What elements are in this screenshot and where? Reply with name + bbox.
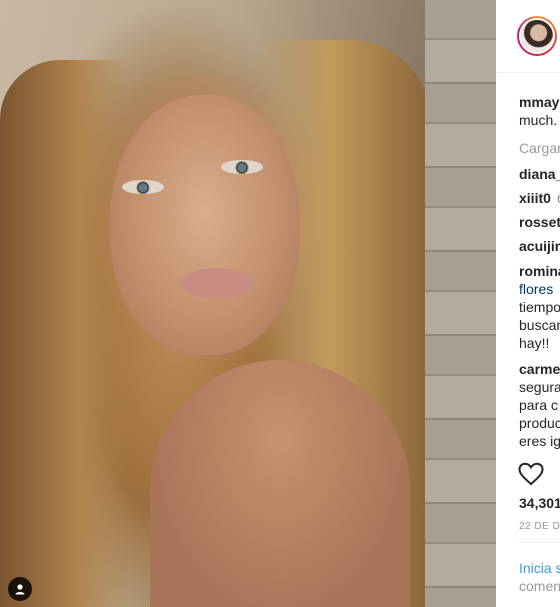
header-divider [496,72,560,73]
footer-divider [519,542,560,543]
comment-text-line: para c [519,397,558,413]
comment-mention[interactable]: flores [519,280,553,298]
caption-text: much. [519,112,558,128]
load-more-comments[interactable]: Cargar [519,139,560,157]
comment-text-line: buscar [519,317,560,333]
caption-author[interactable]: mmay [519,93,559,111]
comment-user[interactable]: acuijin [519,237,560,255]
comment-prompt: comen [519,578,560,594]
like-count[interactable]: 34,301 [519,495,560,511]
post-side-panel: mmay much. Cargar diana_ xiiit0 ☺ rosset… [496,0,560,607]
photo-wood-wall [425,0,496,607]
author-avatar[interactable] [517,16,557,56]
photo-body [150,360,410,607]
user-tag-icon[interactable] [8,577,32,601]
comment-text-line: produc [519,415,560,431]
heart-icon[interactable] [518,462,544,491]
comment-user[interactable]: carme [519,360,560,378]
comment-user[interactable]: rosseta [519,213,560,231]
comment-text-line: segura [519,379,560,395]
photo-eye-left [122,180,164,194]
post-date: 22 DE D [519,521,560,532]
post-photo[interactable] [0,0,496,607]
photo-eye-right [221,160,263,174]
photo-face [110,95,300,355]
comment-text-line: eres ig [519,433,560,449]
photo-lips [180,268,252,298]
photo-hair-left [0,60,130,607]
comment-text-line: hay!! [519,335,550,351]
login-link[interactable]: Inicia s [519,560,560,576]
comment-user[interactable]: diana_ [519,165,560,183]
comment-text-line: tiempo [519,299,560,315]
comment-user[interactable]: xiiit0 ☺ [519,189,560,207]
comment-user[interactable]: romina [519,262,560,280]
